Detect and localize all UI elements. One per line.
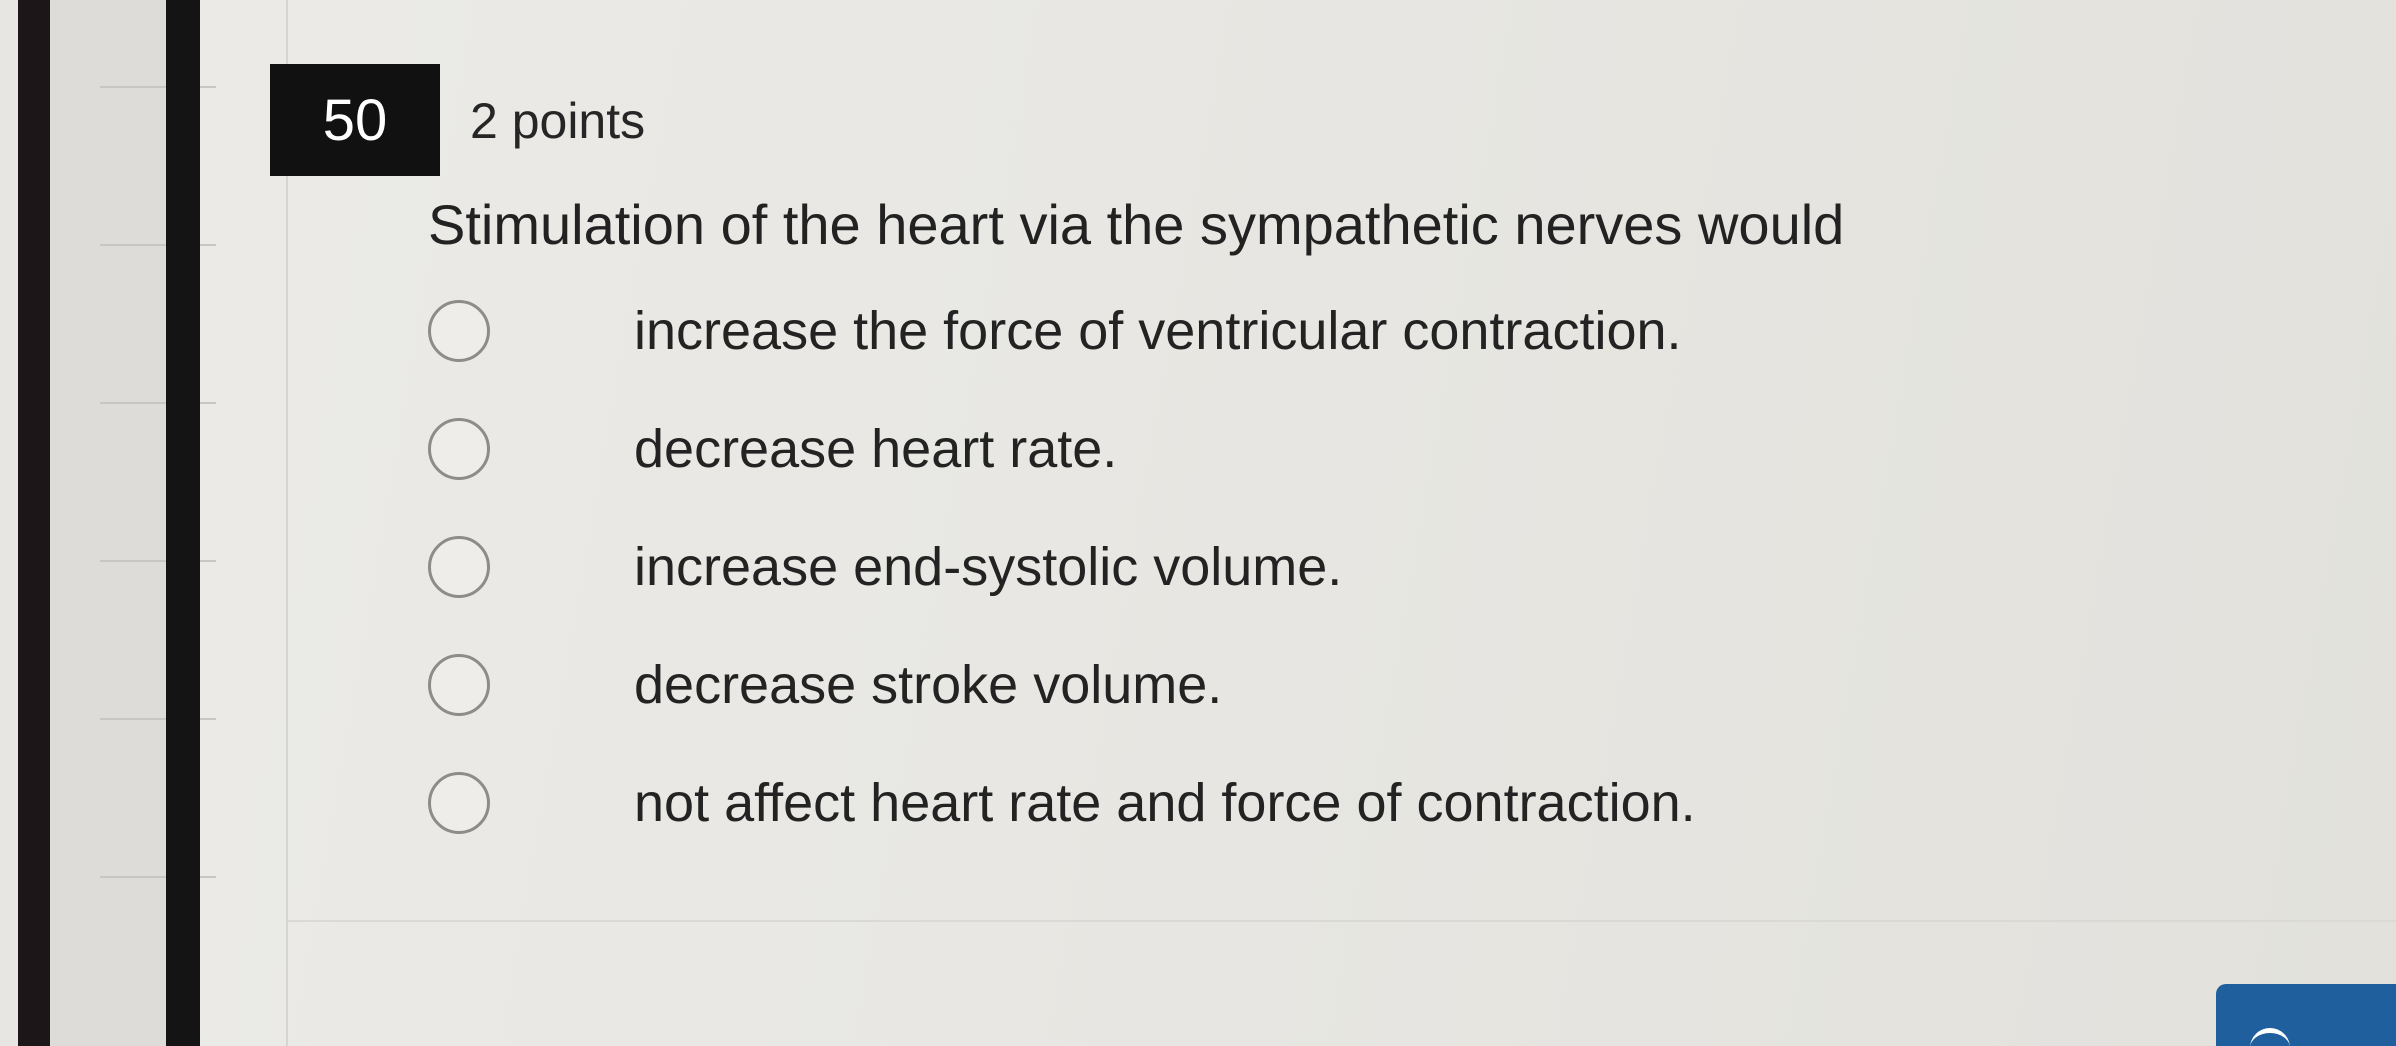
content-bottom-divider <box>288 920 2396 922</box>
question-number-badge: 50 <box>270 64 440 176</box>
nav-panel-edge <box>18 0 50 1046</box>
question-points: 2 points <box>470 93 646 149</box>
radio-button[interactable] <box>428 772 490 834</box>
quiz-screen: 50 2 points Stimulation of the heart via… <box>0 0 2396 1046</box>
answer-option-label[interactable]: increase the force of ventricular contra… <box>634 300 1682 362</box>
answer-option-label[interactable]: decrease stroke volume. <box>634 654 1222 716</box>
radio-button[interactable] <box>428 300 490 362</box>
next-button-label-fragment <box>2250 1028 2290 1046</box>
radio-button[interactable] <box>428 536 490 598</box>
radio-button[interactable] <box>428 654 490 716</box>
answer-option-label[interactable]: increase end-systolic volume. <box>634 536 1342 598</box>
answer-option[interactable]: not affect heart rate and force of contr… <box>428 758 1696 848</box>
answer-option[interactable]: increase the force of ventricular contra… <box>428 286 1682 376</box>
next-button[interactable] <box>2216 984 2396 1046</box>
question-number: 50 <box>322 87 388 153</box>
radio-button[interactable] <box>428 418 490 480</box>
question-nav-panel <box>0 0 216 1046</box>
question-prompt: Stimulation of the heart via the sympath… <box>428 193 1845 256</box>
nav-list[interactable] <box>50 0 216 1046</box>
answer-option[interactable]: decrease heart rate. <box>428 404 1117 494</box>
answer-option[interactable]: decrease stroke volume. <box>428 640 1222 730</box>
nav-panel-border <box>166 0 200 1046</box>
answer-option[interactable]: increase end-systolic volume. <box>428 522 1342 612</box>
answer-option-label[interactable]: decrease heart rate. <box>634 418 1117 480</box>
answer-option-label[interactable]: not affect heart rate and force of contr… <box>634 772 1696 834</box>
